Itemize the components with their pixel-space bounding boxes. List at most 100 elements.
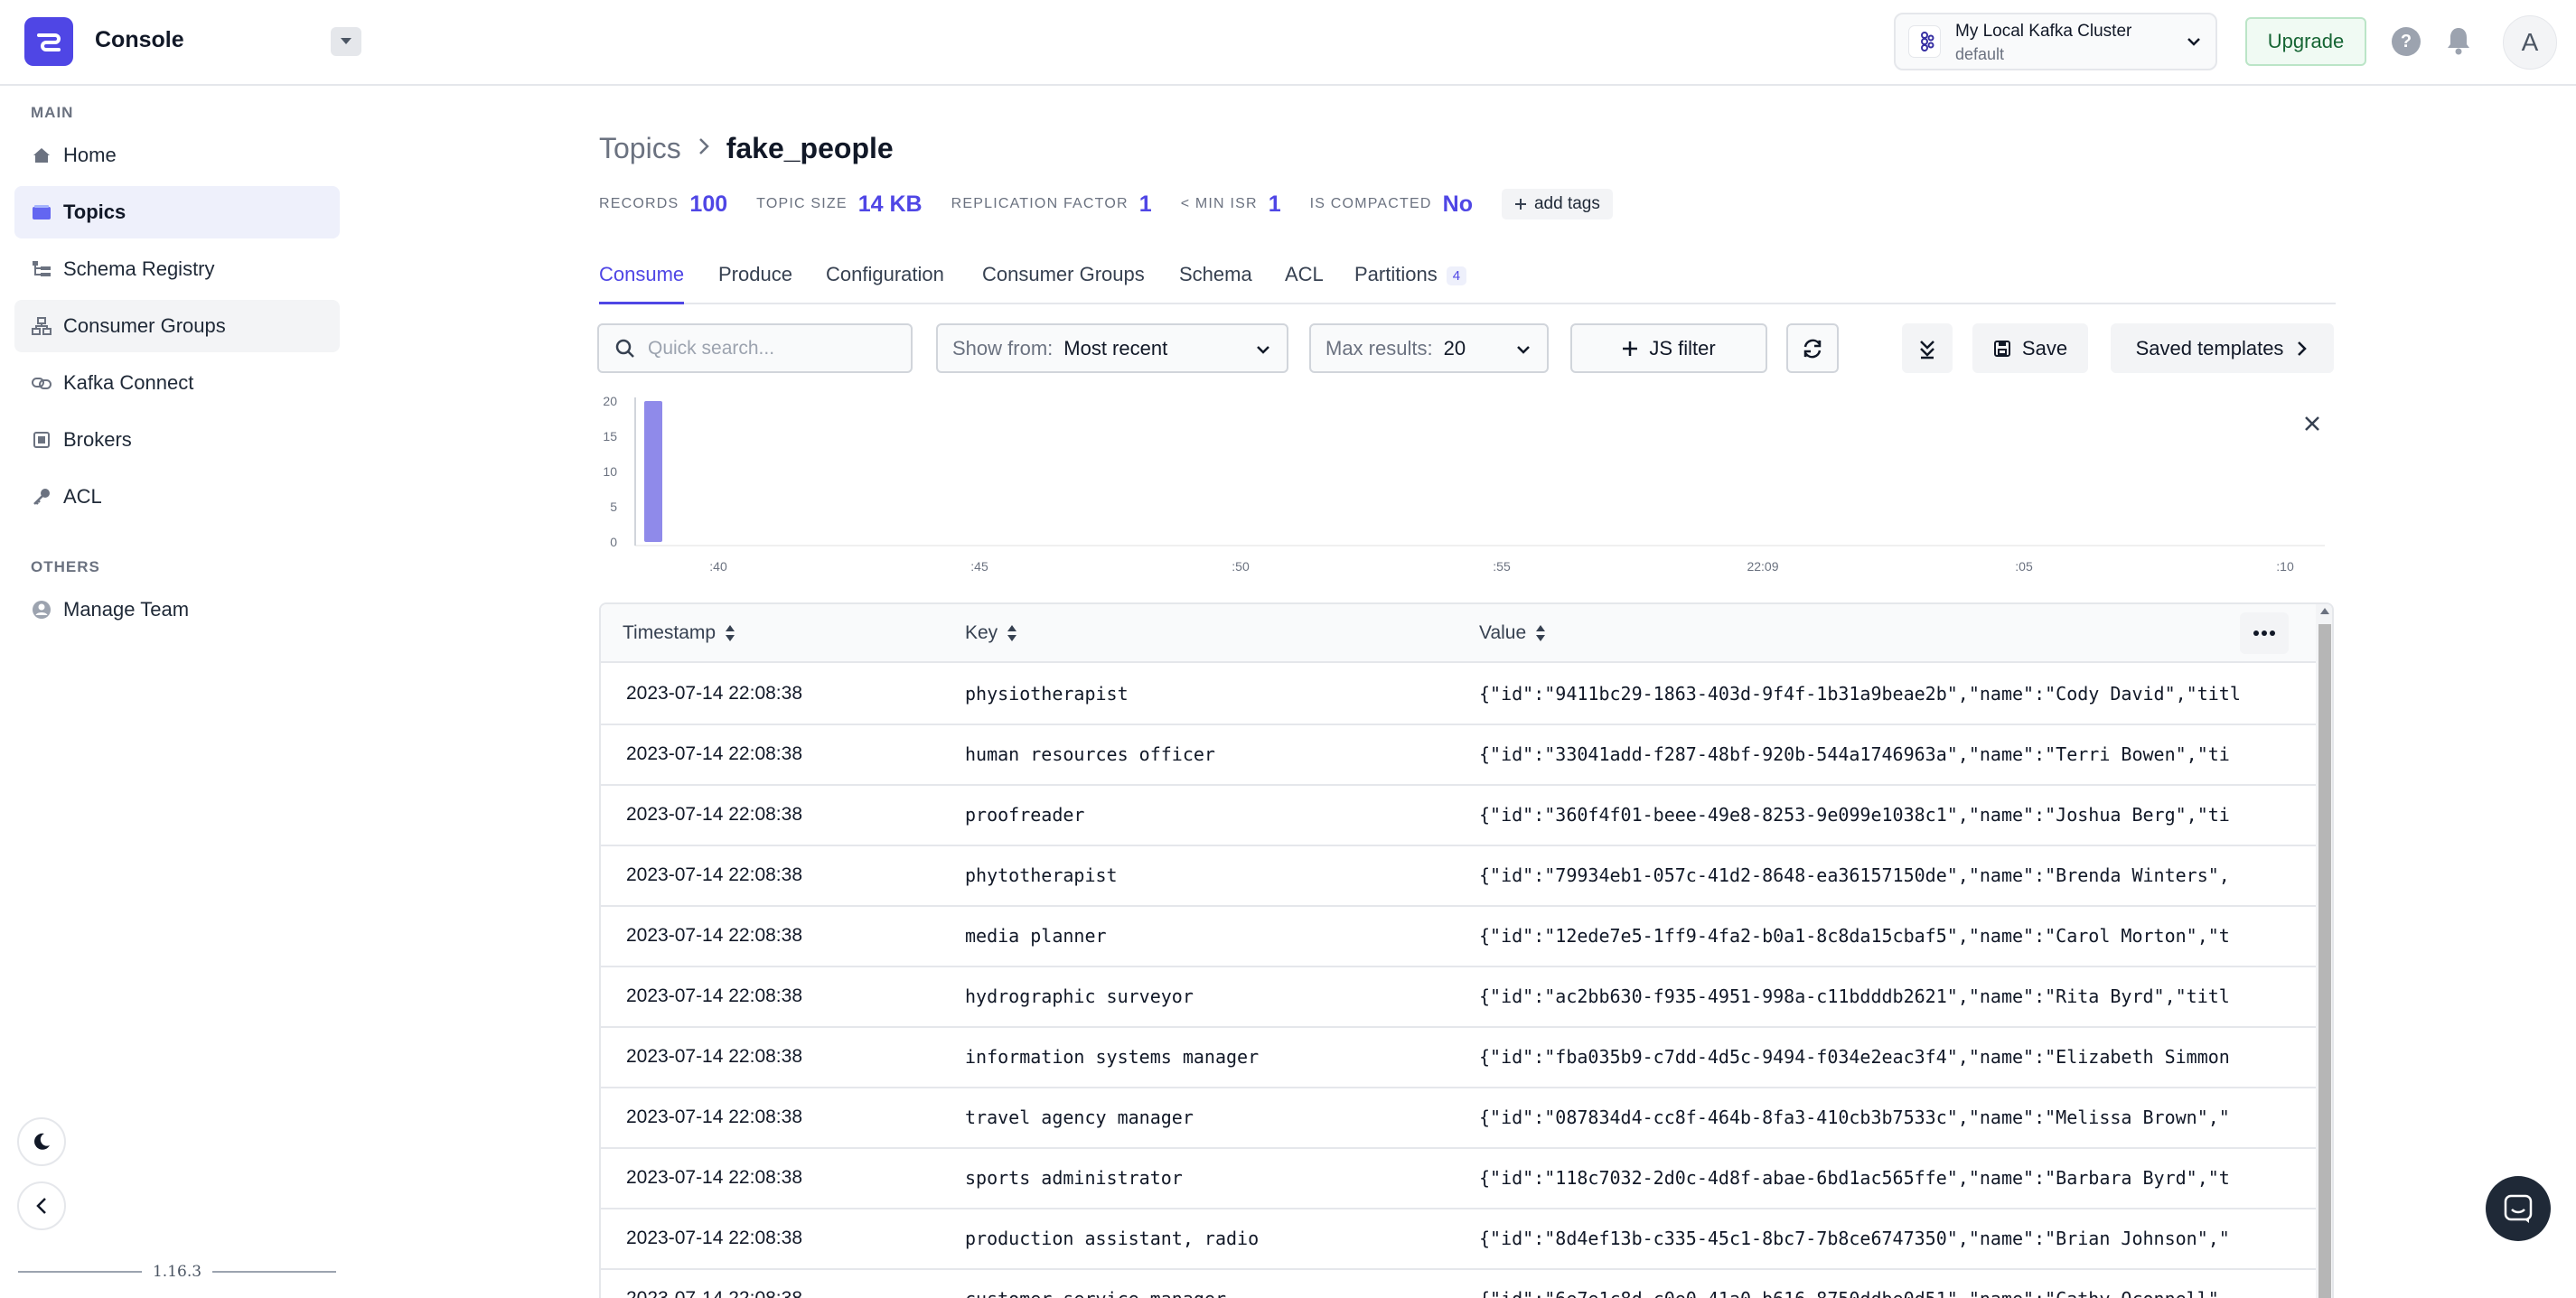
support-chat-button[interactable] (2486, 1176, 2551, 1241)
timestamp-cell: 2023-07-14 22:08:38 (626, 683, 802, 704)
x-tick-label: :10 (2276, 559, 2294, 574)
timestamp-cell: 2023-07-14 22:08:38 (626, 864, 802, 885)
timestamp-cell: 2023-07-14 22:08:38 (626, 1046, 802, 1067)
cluster-environment: default (1955, 45, 2005, 63)
user-avatar[interactable]: A (2503, 15, 2557, 70)
key-cell: phytotherapist (965, 864, 1118, 886)
column-settings-button[interactable] (2240, 612, 2289, 654)
table-row[interactable]: 2023-07-14 22:08:38 sports administrator {… (601, 1149, 2316, 1209)
chevron-down-icon (1257, 346, 1269, 354)
x-tick-label: :40 (709, 559, 727, 574)
tab-acl[interactable]: ACL (1285, 263, 1324, 304)
tab-produce[interactable]: Produce (718, 263, 792, 304)
tab-partitions[interactable]: Partitions 4 (1354, 263, 1467, 304)
sidebar-item-acl[interactable]: ACL (14, 471, 340, 523)
key-cell: proofreader (965, 804, 1085, 826)
cluster-name: My Local Kafka Cluster (1955, 22, 2132, 41)
sidebar-item-brokers[interactable]: Brokers (14, 414, 340, 466)
topic-size-value: 14 KB (857, 191, 923, 217)
upgrade-button[interactable]: Upgrade (2245, 17, 2366, 66)
chevrons-down-icon (1920, 340, 1934, 359)
x-tick-label: :05 (2015, 559, 2033, 574)
app-logo-icon[interactable] (24, 17, 73, 66)
app-menu-dropdown[interactable] (331, 27, 361, 56)
theme-toggle-button[interactable] (17, 1117, 66, 1166)
value-cell: {"id":"118c7032-2d0c-4d8f-abae-6bd1ac565… (1479, 1167, 2230, 1189)
sidebar: MAIN Home Topics Schema Registry Consume… (0, 86, 354, 1298)
tab-consume[interactable]: Consume (599, 263, 685, 304)
value-cell: {"id":"12ede7e5-1ff9-4fa2-b0a1-8c8da15cb… (1479, 925, 2230, 947)
expand-all-button[interactable] (1902, 323, 1953, 373)
table-row[interactable]: 2023-07-14 22:08:38 proofreader {"id":"360… (601, 786, 2316, 846)
save-button[interactable]: Save (1972, 323, 2088, 373)
app-title: Console (95, 27, 184, 52)
help-icon[interactable]: ? (2392, 27, 2421, 56)
cluster-selector[interactable]: My Local Kafka Cluster default (1894, 13, 2217, 70)
sidebar-item-label: Schema Registry (63, 257, 215, 280)
table-header: Timestamp Key Value (601, 604, 2316, 663)
table-row[interactable]: 2023-07-14 22:08:38 production assistant,… (601, 1209, 2316, 1270)
search-icon (615, 339, 634, 358)
table-row[interactable]: 2023-07-14 22:08:38 customer service mana… (601, 1270, 2316, 1298)
y-tick-label: 10 (603, 464, 617, 479)
table-row[interactable]: 2023-07-14 22:08:38 travel agency manager… (601, 1088, 2316, 1149)
js-filter-button[interactable]: JS filter (1570, 323, 1767, 373)
partitions-count-badge: 4 (1446, 266, 1467, 285)
refresh-button[interactable] (1786, 323, 1839, 373)
team-icon (31, 599, 52, 621)
records-label: RECORDS (599, 196, 679, 211)
chevron-down-icon (2187, 38, 2200, 46)
search-input[interactable] (648, 337, 892, 360)
more-horizontal-icon (2253, 630, 2275, 636)
sort-icon (1536, 625, 1546, 641)
key-icon (31, 486, 52, 508)
scrollbar-thumb[interactable] (2318, 624, 2331, 1298)
tab-configuration[interactable]: Configuration (826, 263, 944, 304)
tab-consumer-groups[interactable]: Consumer Groups (982, 263, 1145, 304)
column-header-timestamp[interactable]: Timestamp (623, 622, 735, 644)
sidebar-item-kafka-connect[interactable]: Kafka Connect (14, 357, 340, 409)
messages-histogram: 0 5 10 15 20:40:45:50:55 22:09:05:10 (603, 394, 2325, 574)
scroll-up-arrow-icon[interactable] (2320, 608, 2329, 614)
js-filter-label: JS filter (1649, 336, 1716, 360)
sidebar-item-label: ACL (63, 485, 102, 508)
sidebar-item-label: Home (63, 144, 117, 166)
breadcrumb-topics-link[interactable]: Topics (599, 132, 681, 165)
key-cell: customer service manager (965, 1288, 1226, 1298)
x-tick-label: :45 (970, 559, 988, 574)
table-row[interactable]: 2023-07-14 22:08:38 hydrographic surveyor… (601, 967, 2316, 1028)
key-cell: information systems manager (965, 1046, 1260, 1068)
sidebar-item-topics[interactable]: Topics (14, 186, 340, 238)
topics-icon (31, 201, 52, 223)
table-row[interactable]: 2023-07-14 22:08:38 information systems m… (601, 1028, 2316, 1088)
add-tags-button[interactable]: add tags (1501, 189, 1613, 219)
notifications-bell-icon[interactable] (2445, 25, 2472, 61)
max-results-select[interactable]: Max results: 20 (1309, 323, 1549, 373)
sidebar-item-manage-team[interactable]: Manage Team (14, 584, 340, 636)
collapse-sidebar-button[interactable] (17, 1181, 66, 1230)
show-from-select[interactable]: Show from: Most recent (936, 323, 1288, 373)
sidebar-item-schema-registry[interactable]: Schema Registry (14, 243, 340, 295)
plus-icon (1514, 199, 1526, 210)
timestamp-cell: 2023-07-14 22:08:38 (626, 1107, 802, 1127)
table-row[interactable]: 2023-07-14 22:08:38 physiotherapist {"id":… (601, 665, 2316, 725)
histogram-bar[interactable] (644, 401, 662, 542)
chat-icon (2504, 1194, 2533, 1223)
column-header-value[interactable]: Value (1479, 622, 1546, 644)
table-row[interactable]: 2023-07-14 22:08:38 phytotherapist {"id":"… (601, 846, 2316, 907)
sidebar-item-home[interactable]: Home (14, 129, 340, 182)
tab-schema[interactable]: Schema (1179, 263, 1252, 304)
value-cell: {"id":"360f4f01-beee-49e8-8253-9e099e103… (1479, 804, 2230, 826)
sidebar-item-consumer-groups[interactable]: Consumer Groups (14, 300, 340, 352)
key-cell: travel agency manager (965, 1107, 1194, 1128)
saved-templates-button[interactable]: Saved templates (2111, 323, 2334, 373)
close-chart-icon[interactable] (2303, 415, 2321, 437)
column-header-key[interactable]: Key (965, 622, 1017, 644)
timestamp-cell: 2023-07-14 22:08:38 (626, 1288, 802, 1298)
table-scrollbar[interactable] (2316, 604, 2332, 1298)
sort-icon (726, 625, 735, 641)
table-row[interactable]: 2023-07-14 22:08:38 media planner {"id":"1… (601, 907, 2316, 967)
table-row[interactable]: 2023-07-14 22:08:38 human resources offic… (601, 725, 2316, 786)
max-results-value: 20 (1443, 336, 1466, 360)
quick-search-field[interactable] (597, 323, 913, 373)
